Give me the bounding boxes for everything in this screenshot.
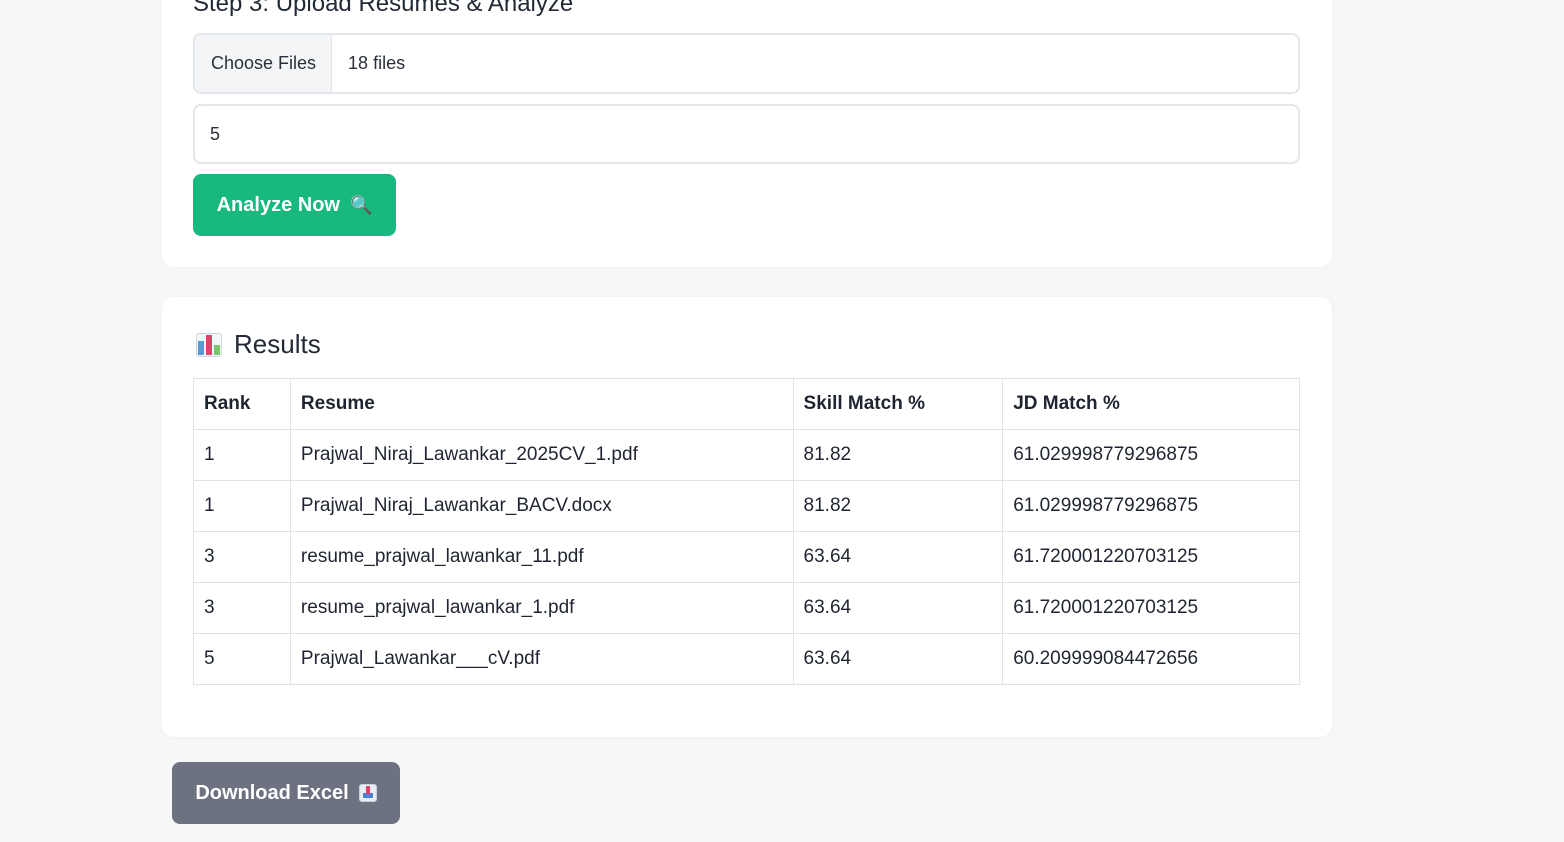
cell-skill-match: 81.82: [792, 429, 1004, 481]
header-skill-match: Skill Match %: [792, 378, 1004, 430]
magnifier-icon: 🔍: [349, 194, 373, 215]
cell-resume: Prajwal_Niraj_Lawankar_2025CV_1.pdf: [289, 429, 794, 481]
table-row: 5 Prajwal_Lawankar___cV.pdf 63.64 60.209…: [193, 633, 1300, 685]
table-header-row: Rank Resume Skill Match % JD Match %: [193, 378, 1300, 430]
cell-resume: resume_prajwal_lawankar_11.pdf: [289, 531, 794, 583]
cell-skill-match: 63.64: [792, 633, 1004, 685]
cell-jd-match: 61.029998779296875: [1002, 429, 1300, 481]
cell-rank: 3: [193, 531, 291, 583]
cell-jd-match: 60.209999084472656: [1002, 633, 1300, 685]
download-excel-label: Download Excel: [195, 781, 349, 804]
cell-rank: 3: [193, 582, 291, 634]
table-row: 3 resume_prajwal_lawankar_11.pdf 63.64 6…: [193, 531, 1300, 583]
top-n-input[interactable]: [193, 104, 1300, 164]
upload-card: Step 3: Upload Resumes & Analyze Choose …: [162, 0, 1332, 267]
cell-resume: Prajwal_Niraj_Lawankar_BACV.docx: [289, 480, 794, 532]
selected-file-count: 18 files: [348, 53, 406, 73]
header-resume: Resume: [289, 378, 794, 430]
bar-chart-icon: [196, 332, 222, 357]
results-heading: Results: [196, 329, 321, 360]
results-title: Results: [234, 329, 321, 359]
cell-jd-match: 61.029998779296875: [1002, 480, 1300, 532]
cell-rank: 1: [193, 429, 291, 481]
cell-skill-match: 63.64: [792, 582, 1004, 634]
resume-file-input[interactable]: Choose Files 18 files: [193, 33, 1300, 94]
choose-files-button[interactable]: Choose Files: [195, 35, 333, 92]
cell-resume: Prajwal_Lawankar___cV.pdf: [289, 633, 794, 685]
table-row: 3 resume_prajwal_lawankar_1.pdf 63.64 61…: [193, 582, 1300, 634]
cell-skill-match: 63.64: [792, 531, 1004, 583]
header-jd-match: JD Match %: [1002, 378, 1300, 430]
cell-skill-match: 81.82: [792, 480, 1004, 532]
inbox-tray-icon: [358, 784, 377, 802]
analyze-now-button[interactable]: Analyze Now 🔍: [193, 174, 396, 236]
step-title: Step 3: Upload Resumes & Analyze: [193, 0, 574, 17]
analyze-now-label: Analyze Now: [216, 193, 340, 216]
table-row: 1 Prajwal_Niraj_Lawankar_2025CV_1.pdf 81…: [193, 429, 1300, 481]
cell-rank: 1: [193, 480, 291, 532]
results-card: Results Rank Resume Skill Match % JD Mat…: [162, 297, 1332, 737]
table-row: 1 Prajwal_Niraj_Lawankar_BACV.docx 81.82…: [193, 480, 1300, 532]
download-excel-button[interactable]: Download Excel: [172, 762, 400, 824]
results-table: Rank Resume Skill Match % JD Match % 1 P…: [193, 378, 1300, 685]
cell-jd-match: 61.720001220703125: [1002, 582, 1300, 634]
header-rank: Rank: [193, 378, 291, 430]
cell-resume: resume_prajwal_lawankar_1.pdf: [289, 582, 794, 634]
cell-jd-match: 61.720001220703125: [1002, 531, 1300, 583]
cell-rank: 5: [193, 633, 291, 685]
